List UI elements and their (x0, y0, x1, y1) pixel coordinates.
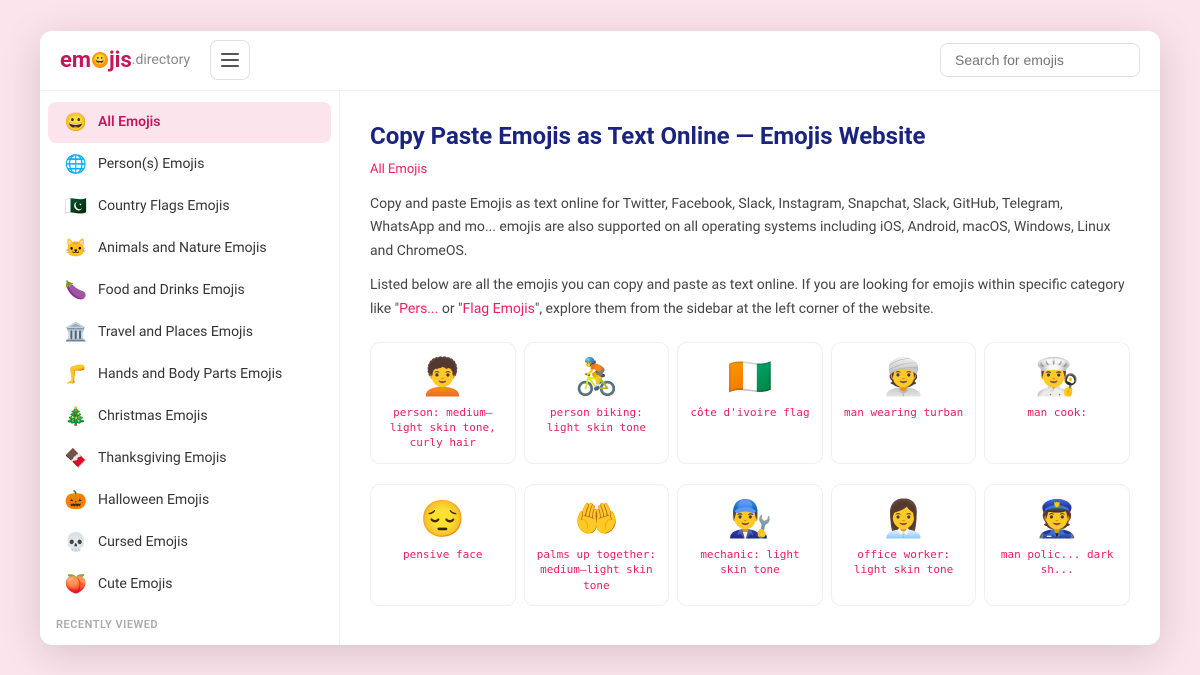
search-input[interactable] (940, 43, 1140, 77)
emoji-card-biking[interactable]: 🚴 person biking: light skin tone (524, 342, 670, 464)
description-end: ", explore them from the sidebar at the … (535, 301, 934, 317)
food-icon: 🍆 (64, 280, 88, 301)
recently-viewed-label: RECENTLY VIEWED (40, 606, 339, 635)
emoji-palms-icon: 🤲 (574, 501, 619, 537)
logo-text: em (60, 48, 91, 73)
sidebar-item-cute[interactable]: 🍑 Cute Emojis (48, 564, 331, 605)
description-2: Listed below are all the emojis you can … (370, 274, 1130, 322)
cute-icon: 🍑 (64, 574, 88, 595)
emoji-person-curly-icon: 🧑‍🦱 (420, 359, 465, 395)
logo-text2: jis (109, 48, 132, 73)
emoji-biking-icon: 🚴 (574, 359, 619, 395)
emoji-cook-icon: 👨‍🍳 (1035, 359, 1080, 395)
content-area: Copy Paste Emojis as Text Online — Emoji… (340, 91, 1160, 645)
emoji-pensive-icon: 😔 (420, 501, 465, 537)
emoji-police-icon: 👮 (1035, 501, 1080, 537)
sidebar-item-label-cursed: Cursed Emojis (98, 534, 315, 550)
link-persons[interactable]: Pers... (399, 301, 438, 317)
animals-icon: 🐱 (64, 238, 88, 259)
emoji-person-curly-label: person: medium–light skin tone, curly ha… (381, 405, 505, 451)
emoji-card-mechanic[interactable]: 👨‍🔧 mechanic: light skin tone (677, 484, 823, 606)
emoji-police-label: man polic... dark sh... (995, 547, 1119, 578)
emoji-card-turban[interactable]: 👳 man wearing turban (831, 342, 977, 464)
christmas-icon: 🎄 (64, 406, 88, 427)
emoji-office-worker-icon: 👩‍💼 (881, 501, 926, 537)
sidebar-item-label-food: Food and Drinks Emojis (98, 282, 315, 298)
sidebar-item-hands[interactable]: 🦵 Hands and Body Parts Emojis (48, 354, 331, 395)
halloween-icon: 🎃 (64, 490, 88, 511)
emoji-palms-label: palms up together: medium–light skin ton… (535, 547, 659, 593)
description-1: Copy and paste Emojis as text online for… (370, 193, 1130, 264)
emoji-mechanic-label: mechanic: light skin tone (688, 547, 812, 578)
all-emojis-icon: 😀 (64, 112, 88, 133)
sidebar-item-flags[interactable]: 🇵🇰 Country Flags Emojis (48, 186, 331, 227)
browser-window: em😀jis.directory 😀 All Emojis 🌐 Person(s… (40, 31, 1160, 645)
emoji-mechanic-icon: 👨‍🔧 (728, 501, 773, 537)
hamburger-line3 (221, 65, 239, 67)
sidebar-item-label-animals: Animals and Nature Emojis (98, 240, 315, 256)
emoji-office-worker-label: office worker: light skin tone (842, 547, 966, 578)
sidebar-item-label-cute: Cute Emojis (98, 576, 315, 592)
logo[interactable]: em😀jis.directory (60, 48, 190, 73)
thanksgiving-icon: 🍫 (64, 448, 88, 469)
breadcrumb[interactable]: All Emojis (370, 162, 1130, 177)
sidebar-item-travel[interactable]: 🏛️ Travel and Places Emojis (48, 312, 331, 353)
emoji-turban-icon: 👳 (881, 359, 926, 395)
sidebar-item-label-all: All Emojis (98, 114, 315, 130)
emoji-cook-label: man cook: (1027, 405, 1087, 420)
emoji-card-cook[interactable]: 👨‍🍳 man cook: (984, 342, 1130, 464)
main-content: 😀 All Emojis 🌐 Person(s) Emojis 🇵🇰 Count… (40, 91, 1160, 645)
emoji-grid-row2: 😔 pensive face 🤲 palms up together: medi… (370, 484, 1130, 606)
sidebar: 😀 All Emojis 🌐 Person(s) Emojis 🇵🇰 Count… (40, 91, 340, 645)
sidebar-item-animals[interactable]: 🐱 Animals and Nature Emojis (48, 228, 331, 269)
emoji-biking-label: person biking: light skin tone (535, 405, 659, 436)
sidebar-item-label-travel: Travel and Places Emojis (98, 324, 315, 340)
sidebar-item-thanksgiving[interactable]: 🍫 Thanksgiving Emojis (48, 438, 331, 479)
hands-icon: 🦵 (64, 364, 88, 385)
emoji-pensive-label: pensive face (403, 547, 482, 562)
emoji-card-flag-ci[interactable]: 🇨🇮 côte d'ivoire flag (677, 342, 823, 464)
sidebar-item-persons[interactable]: 🌐 Person(s) Emojis (48, 144, 331, 185)
emoji-card-office-worker[interactable]: 👩‍💼 office worker: light skin tone (831, 484, 977, 606)
emoji-turban-label: man wearing turban (844, 405, 963, 420)
emoji-flag-ci-icon: 🇨🇮 (728, 359, 773, 395)
logo-emoji-icon: 😀 (92, 52, 108, 68)
emoji-card-pensive[interactable]: 😔 pensive face (370, 484, 516, 606)
logo-directory: directory (136, 52, 191, 68)
sidebar-item-label-hands: Hands and Body Parts Emojis (98, 366, 315, 382)
sidebar-item-label-thanksgiving: Thanksgiving Emojis (98, 450, 315, 466)
sidebar-item-label-flags: Country Flags Emojis (98, 198, 315, 214)
emoji-grid-row1: 🧑‍🦱 person: medium–light skin tone, curl… (370, 342, 1130, 464)
description-or: or " (438, 301, 462, 317)
emoji-card-police[interactable]: 👮 man polic... dark sh... (984, 484, 1130, 606)
page-title: Copy Paste Emojis as Text Online — Emoji… (370, 121, 1130, 152)
sidebar-item-food[interactable]: 🍆 Food and Drinks Emojis (48, 270, 331, 311)
sidebar-item-cursed[interactable]: 💀 Cursed Emojis (48, 522, 331, 563)
link-flags[interactable]: Flag Emojis (463, 301, 535, 317)
sidebar-item-label-christmas: Christmas Emojis (98, 408, 315, 424)
sidebar-item-label-persons: Person(s) Emojis (98, 156, 315, 172)
hamburger-button[interactable] (210, 40, 250, 80)
hamburger-line1 (221, 53, 239, 55)
sidebar-item-label-halloween: Halloween Emojis (98, 492, 315, 508)
hamburger-line2 (221, 59, 239, 61)
sidebar-item-all[interactable]: 😀 All Emojis (48, 102, 331, 143)
sidebar-item-halloween[interactable]: 🎃 Halloween Emojis (48, 480, 331, 521)
cursed-icon: 💀 (64, 532, 88, 553)
header: em😀jis.directory (40, 31, 1160, 91)
emoji-card-person-curly[interactable]: 🧑‍🦱 person: medium–light skin tone, curl… (370, 342, 516, 464)
sidebar-item-christmas[interactable]: 🎄 Christmas Emojis (48, 396, 331, 437)
persons-icon: 🌐 (64, 154, 88, 175)
emoji-flag-ci-label: côte d'ivoire flag (690, 405, 809, 420)
emoji-card-palms[interactable]: 🤲 palms up together: medium–light skin t… (524, 484, 670, 606)
travel-icon: 🏛️ (64, 322, 88, 343)
flags-icon: 🇵🇰 (64, 196, 88, 217)
